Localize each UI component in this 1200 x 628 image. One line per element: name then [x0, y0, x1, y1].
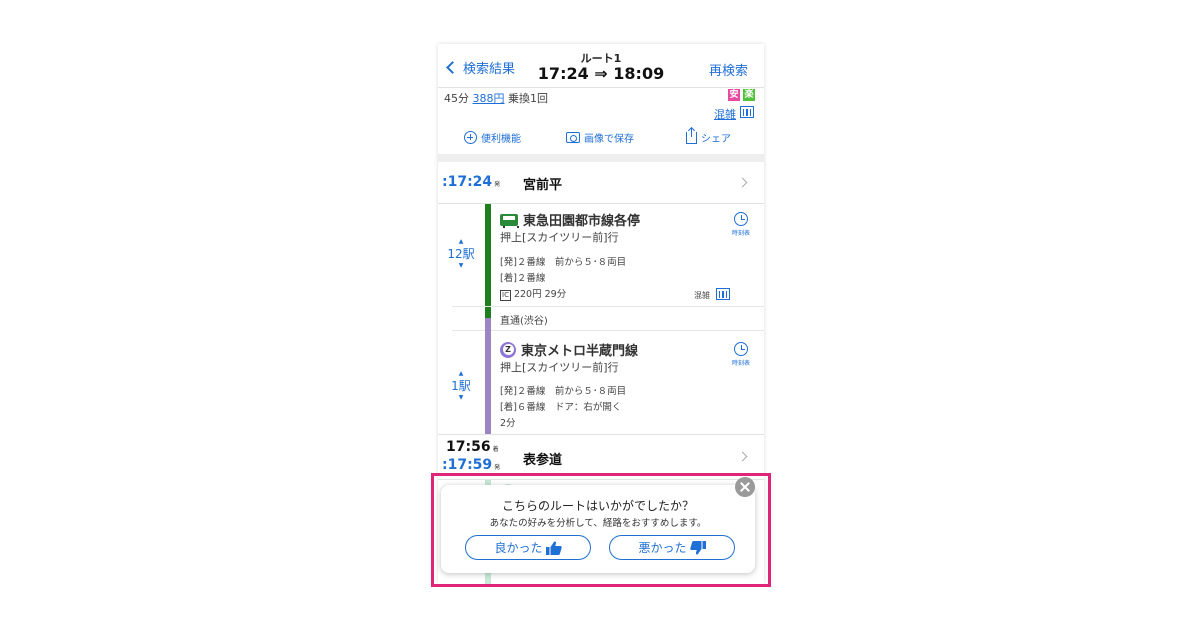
- feedback-question: こちらのルートはいかがでしたか？: [501, 499, 694, 513]
- line-name[interactable]: 東急田園都市線各停: [500, 210, 640, 229]
- congestion-link[interactable]: 混雑: [714, 106, 736, 122]
- stage: 検索結果 ルート1 17:24 ⇒ 18:09 再検索 45分 388円 乗換1…: [0, 0, 1200, 628]
- duration: 45分: [444, 92, 469, 105]
- thumbs-down-icon: [689, 540, 706, 554]
- station-name: 宮前平: [523, 178, 563, 193]
- good-label: 良かった: [494, 541, 543, 555]
- save-image-button[interactable]: 画像で保存: [566, 130, 634, 145]
- research-button[interactable]: 再検索: [709, 60, 748, 79]
- arrow-up-icon: ▲: [458, 370, 464, 377]
- timetable-button[interactable]: 時刻表: [726, 342, 756, 367]
- departure-time: :17:59 発: [442, 457, 501, 473]
- transfers: 乗換1回: [508, 92, 548, 105]
- congestion-label: 混雑: [694, 291, 710, 300]
- tools-bar: 便利機能 画像で保存 シェア: [438, 127, 764, 154]
- bad-button[interactable]: 悪かった: [609, 535, 735, 560]
- timetable-button[interactable]: 時刻表: [726, 212, 756, 237]
- stops-count[interactable]: ▲ 1駅 ▼: [438, 370, 484, 401]
- platform-info: [発]２番線 前から５･８両目 [着]２番線 IC 220円 29分: [500, 257, 627, 301]
- chevron-right-icon: [737, 177, 748, 188]
- arrow-down-icon: ▼: [458, 394, 464, 401]
- arrow-up-icon: ▲: [458, 238, 464, 245]
- stops-count[interactable]: ▲ 12駅 ▼: [438, 238, 484, 269]
- feedback-popup: こちらのルートはいかがでしたか？ あなたの好みを分析して、経路をおすすめします。…: [441, 485, 755, 573]
- train-icon: [500, 213, 519, 228]
- nav-header: 検索結果 ルート1 17:24 ⇒ 18:09 再検索: [438, 44, 764, 88]
- chevron-right-icon: [737, 451, 748, 462]
- share-label: シェア: [701, 134, 731, 145]
- fare-link[interactable]: 388円: [473, 92, 505, 105]
- station-name: 表参道: [523, 453, 563, 468]
- departure-time: :17:24 発: [442, 174, 501, 190]
- line-color-bar: [485, 204, 491, 318]
- metro-z-icon: Z: [500, 341, 516, 358]
- destination: 押上[スカイツリー前]行: [500, 361, 619, 374]
- useful-functions-button[interactable]: 便利機能: [464, 130, 521, 145]
- share-button[interactable]: シェア: [686, 127, 731, 145]
- line-color-bar: [485, 318, 491, 434]
- clock-icon: [734, 212, 748, 226]
- save-image-label: 画像で保存: [584, 134, 634, 145]
- cheap-badge: 安: [728, 89, 740, 101]
- line-name[interactable]: Z 東京メトロ半蔵門線: [500, 340, 638, 359]
- section-gap: [438, 154, 764, 162]
- thumbs-up-icon: [545, 541, 562, 555]
- camera-icon: [566, 132, 580, 143]
- congestion-icon[interactable]: [740, 106, 754, 118]
- congestion-icon[interactable]: [716, 288, 730, 300]
- segment-den-en-toshi: ▲ 12駅 ▼ 東急田園都市線各停 押上[スカイツリー前]行 [発]２番線 前か…: [438, 204, 764, 334]
- feedback-subtitle: あなたの好みを分析して、経路をおすすめします。: [489, 518, 707, 529]
- arrival-time: 17:56 着: [446, 439, 499, 455]
- divider: [452, 306, 764, 307]
- plus-circle-icon: [464, 131, 477, 144]
- ic-card-icon: IC: [500, 290, 511, 301]
- bad-label: 悪かった: [638, 541, 687, 555]
- platform-info: [発]２番線 前から５･８両目 [着]６番線 ドア：右が開く 2分: [500, 386, 627, 429]
- good-button[interactable]: 良かった: [465, 535, 591, 560]
- segment-hanzomon: ▲ 1駅 ▼ Z 東京メトロ半蔵門線 押上[スカイツリー前]行 [発]２番線 前…: [438, 318, 764, 434]
- route-summary: 45分 388円 乗換1回: [444, 90, 548, 106]
- station-row-departure[interactable]: :17:24 発 宮前平: [438, 162, 764, 204]
- arrow-down-icon: ▼: [458, 262, 464, 269]
- useful-functions-label: 便利機能: [481, 134, 521, 145]
- share-icon: [686, 127, 697, 144]
- destination: 押上[スカイツリー前]行: [500, 231, 619, 244]
- clock-icon: [734, 342, 748, 356]
- close-popup-button[interactable]: [735, 477, 755, 497]
- easy-badge: 楽: [743, 89, 755, 101]
